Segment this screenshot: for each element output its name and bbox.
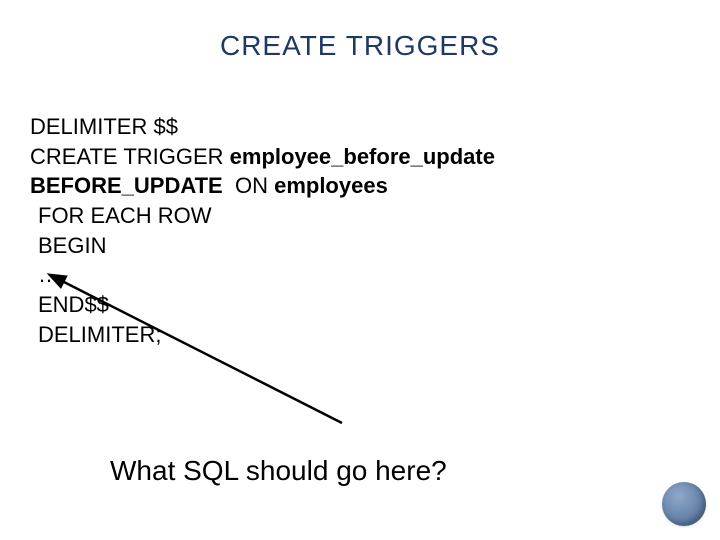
decorative-sphere-icon [662, 482, 706, 526]
code-line-3: BEFORE_UPDATE ON employees [30, 171, 670, 201]
code-line-5: BEGIN [30, 231, 670, 261]
code-line-4: FOR EACH ROW [30, 201, 670, 231]
code-line-1: DELIMITER $$ [30, 112, 670, 142]
slide-title: CREATE TRIGGERS [0, 30, 720, 62]
question-text: What SQL should go here? [110, 455, 447, 487]
slide: CREATE TRIGGERS DELIMITER $$ CREATE TRIG… [0, 0, 720, 540]
code-line-7: END$$ [30, 290, 670, 320]
code-line-8: DELIMITER; [30, 320, 670, 350]
code-line-6: … [30, 260, 670, 290]
code-line-2: CREATE TRIGGER employee_before_update [30, 142, 670, 172]
code-block: DELIMITER $$ CREATE TRIGGER employee_bef… [30, 112, 670, 350]
